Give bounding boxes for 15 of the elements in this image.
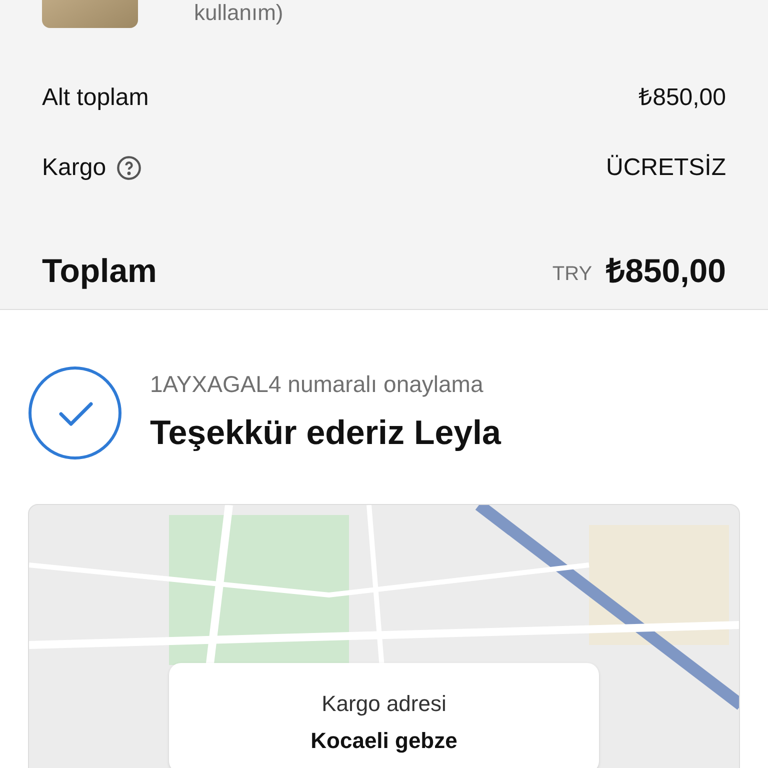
subtotal-value: ₺850,00	[638, 83, 726, 113]
shipping-address-label: Kargo adresi	[322, 690, 446, 718]
help-icon[interactable]	[116, 155, 142, 181]
shipping-value: ÜCRETSİZ	[606, 153, 726, 183]
subtotal-label: Alt toplam	[42, 83, 149, 113]
total-value: ₺850,00	[606, 251, 726, 291]
total-label: Toplam	[42, 251, 157, 291]
currency-code: TRY	[552, 262, 592, 287]
product-description: kullanım)	[194, 0, 284, 26]
checkmark-circle-icon	[28, 366, 122, 460]
shipping-label: Kargo	[42, 153, 106, 183]
shipping-address: Kocaeli gebze	[310, 727, 458, 755]
thank-you-heading: Teşekkür ederiz Leyla	[150, 412, 501, 454]
map-panel[interactable]: Kargo adresi Kocaeli gebze	[28, 504, 740, 768]
confirmation-number: 1AYXAGAL4 numaralı onaylama	[150, 370, 484, 400]
